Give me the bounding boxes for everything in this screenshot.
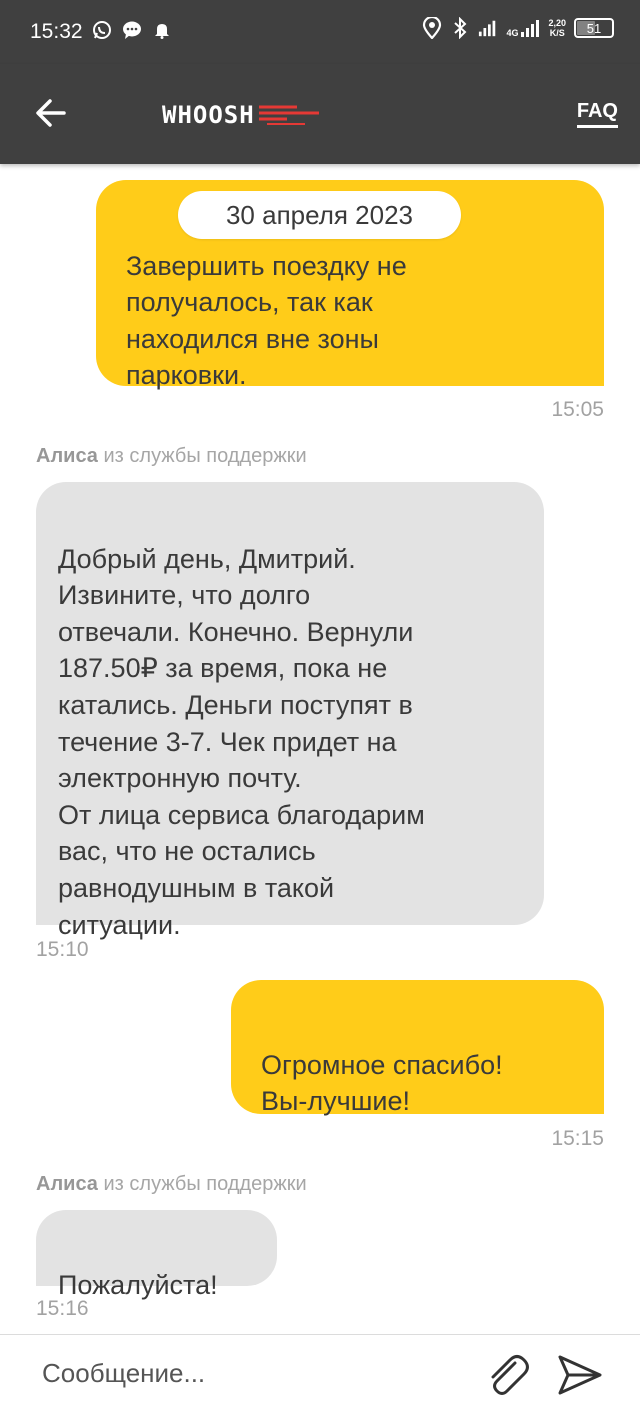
message-time: 15:16 <box>36 1297 89 1320</box>
network-speed: 2,20 K/S <box>548 18 566 38</box>
back-button[interactable] <box>34 96 68 130</box>
location-icon <box>422 17 442 39</box>
signal-icon <box>478 18 498 38</box>
status-bar: 15:32 4G 2,20 K/S 51 <box>0 0 640 64</box>
sender-label: Алиса из службы поддержки <box>36 445 307 468</box>
sender-suffix: из службы поддержки <box>97 1173 307 1195</box>
system-icons: 4G 2,20 K/S 51 <box>422 17 614 39</box>
outgoing-message: Огромное спасибо! Вы-лучшие! <box>231 980 604 1117</box>
incoming-message: Добрый день, Дмитрий. Извините, что долг… <box>36 482 544 940</box>
message-text: Огромное спасибо! Вы-лучшие! <box>261 1049 503 1117</box>
message-text: Завершить поездку не получалось, так как… <box>126 250 407 391</box>
sender-label: Алиса из службы поддержки <box>36 1173 307 1196</box>
arrow-left-icon <box>36 99 66 127</box>
message-text: Добрый день, Дмитрий. Извините, что долг… <box>58 543 425 940</box>
message-time: 15:05 <box>551 398 604 421</box>
sender-name: Алиса <box>36 1173 98 1195</box>
logo-speed-lines-icon <box>258 105 319 125</box>
whatsapp-icon <box>92 20 112 40</box>
message-input[interactable] <box>42 1353 462 1393</box>
signal-4g-icon: 4G <box>506 18 540 38</box>
sender-name: Алиса <box>36 445 98 467</box>
faq-button[interactable]: FAQ <box>576 100 618 128</box>
battery-level: 51 <box>586 20 602 36</box>
whoosh-logo: WHOOSH <box>162 100 321 130</box>
notification-icons <box>92 20 172 40</box>
status-time: 15:32 <box>30 20 83 43</box>
battery-icon: 51 <box>574 18 614 38</box>
date-chip: 30 апреля 2023 <box>178 191 461 239</box>
chat-messages[interactable]: Завершить поездку не получалось, так как… <box>0 164 640 1334</box>
paperclip-icon <box>491 1355 529 1395</box>
send-icon <box>558 1355 602 1395</box>
message-time: 15:15 <box>551 1127 604 1150</box>
message-text: Пожалуйста! <box>58 1269 218 1300</box>
sender-suffix: из службы поддержки <box>97 445 307 467</box>
bell-icon <box>152 20 172 40</box>
chat-icon <box>122 20 142 40</box>
attach-button[interactable] <box>482 1349 532 1399</box>
app-bar: WHOOSH FAQ <box>0 64 640 164</box>
send-button[interactable] <box>556 1353 604 1397</box>
incoming-message: Пожалуйста! <box>36 1210 277 1300</box>
message-composer <box>0 1334 640 1412</box>
bluetooth-icon <box>450 17 470 39</box>
message-time: 15:10 <box>36 938 89 961</box>
